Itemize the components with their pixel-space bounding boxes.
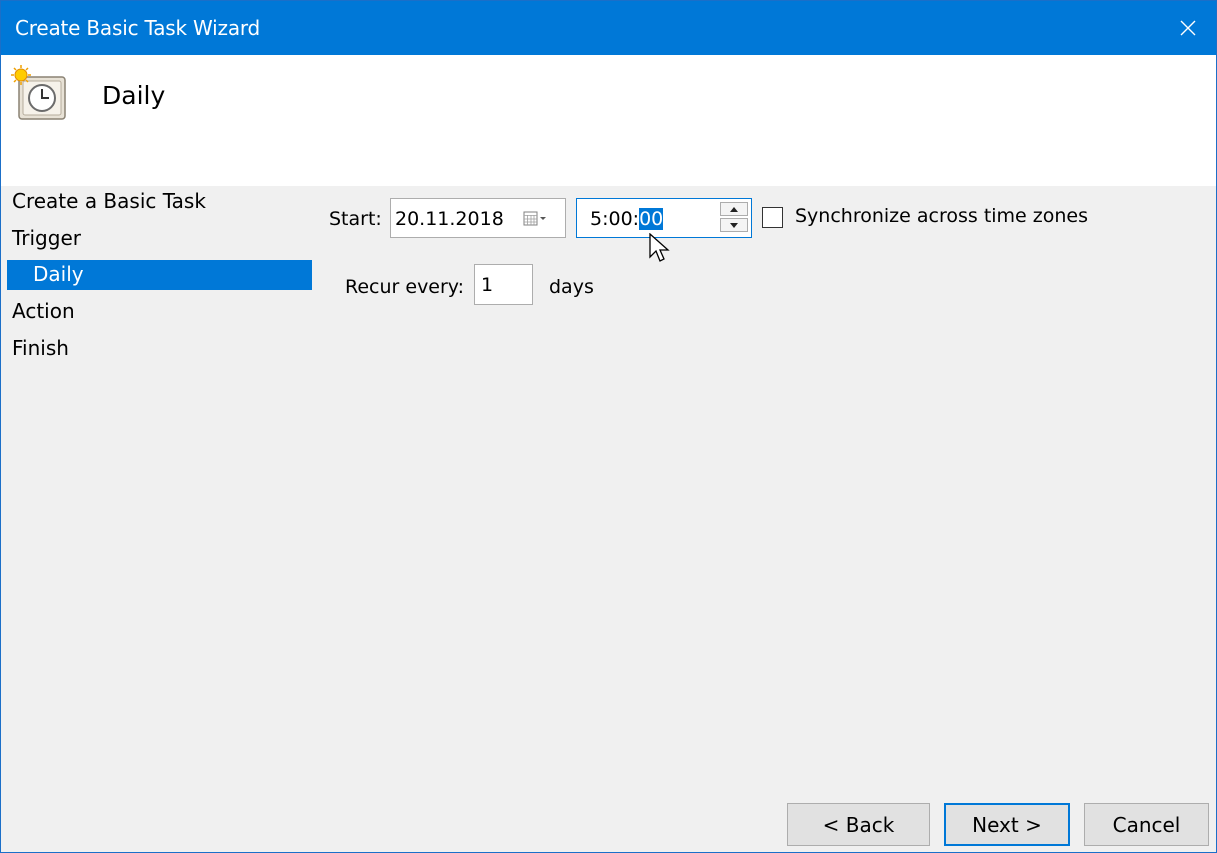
time-spin-down-button[interactable]	[720, 218, 748, 232]
step-finish[interactable]: Finish	[12, 336, 69, 360]
recur-unit-label: days	[549, 276, 594, 298]
mouse-pointer-icon	[649, 233, 670, 262]
start-label: Start:	[329, 208, 382, 230]
step-daily[interactable]: Daily	[7, 260, 312, 290]
step-trigger[interactable]: Trigger	[12, 226, 81, 250]
calendar-dropdown-icon[interactable]	[523, 211, 549, 227]
back-button[interactable]: < Back	[787, 803, 930, 846]
start-time-value[interactable]: 5:00:00	[590, 208, 664, 230]
cancel-button[interactable]: Cancel	[1084, 803, 1209, 846]
start-time-hours-minutes: 5:00:	[590, 208, 640, 230]
sync-time-zones-label[interactable]: Synchronize across time zones	[795, 205, 1088, 227]
sync-time-zones-checkbox[interactable]	[762, 207, 783, 228]
close-button[interactable]	[1160, 1, 1216, 55]
start-time-field[interactable]: 5:00:00	[576, 198, 752, 238]
window-title: Create Basic Task Wizard	[15, 16, 261, 40]
time-spin-up-button[interactable]	[720, 202, 748, 216]
recur-days-value: 1	[481, 274, 494, 296]
step-action[interactable]: Action	[12, 299, 75, 323]
start-date-picker[interactable]: 20.11.2018	[390, 198, 566, 238]
close-icon	[1180, 20, 1196, 36]
arrow-up-icon	[730, 206, 738, 212]
start-date-value: 20.11.2018	[395, 208, 504, 230]
task-scheduler-clock-icon	[11, 65, 66, 120]
wizard-header: Daily	[1, 55, 1216, 186]
arrow-down-icon	[730, 222, 738, 228]
step-daily-label: Daily	[33, 262, 84, 286]
recur-every-label: Recur every:	[345, 276, 465, 298]
step-create-basic-task[interactable]: Create a Basic Task	[12, 189, 206, 213]
recur-days-input[interactable]: 1	[474, 264, 533, 305]
page-title: Daily	[102, 81, 166, 110]
wizard-window: Create Basic Task Wizard Daily Create a …	[0, 0, 1217, 853]
next-button[interactable]: Next >	[944, 803, 1070, 846]
wizard-content: Create a Basic Task Trigger Daily Action…	[1, 186, 1216, 852]
start-time-seconds-selected: 00	[639, 208, 664, 230]
steps-panel: Create a Basic Task Trigger Daily Action…	[1, 186, 313, 852]
title-bar[interactable]: Create Basic Task Wizard	[1, 1, 1216, 55]
